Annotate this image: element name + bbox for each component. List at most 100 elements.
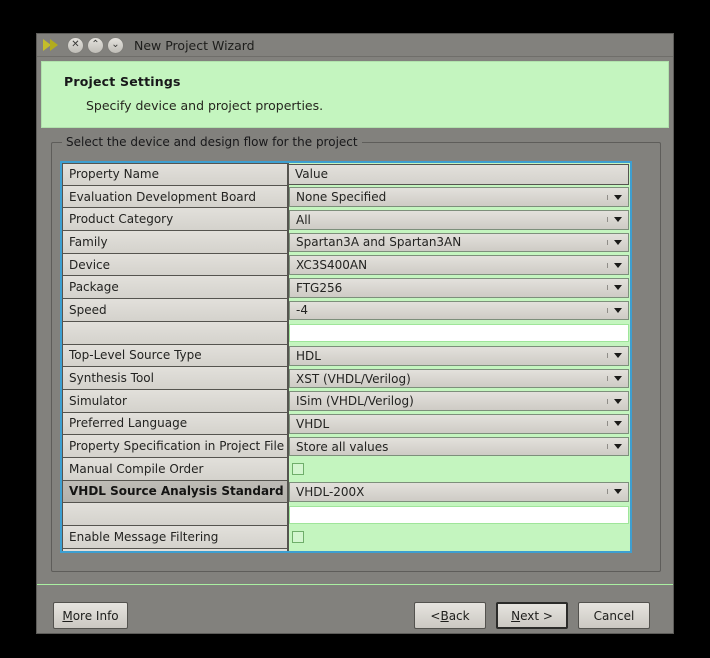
table-row[interactable] (62, 502, 630, 526)
table-row[interactable]: Package FTG256 (62, 275, 630, 300)
chevron-down-icon[interactable] (607, 376, 628, 382)
value-combobox[interactable]: None Specified (289, 187, 629, 207)
value-checkbox-cell[interactable] (289, 458, 629, 480)
table-row[interactable]: VHDL Source Analysis Standard VHDL-200X (62, 479, 630, 504)
maximize-icon[interactable]: ⌄ (107, 36, 124, 54)
property-value-cell[interactable] (289, 321, 630, 345)
table-row[interactable]: Simulator ISim (VHDL/Verilog) (62, 388, 630, 413)
property-value-cell[interactable]: Spartan3A and Spartan3AN (289, 231, 630, 254)
value-combobox[interactable]: ISim (VHDL/Verilog) (289, 391, 629, 412)
property-name-cell[interactable]: Speed (62, 298, 289, 322)
property-name-cell[interactable]: Evaluation Development Board (62, 184, 289, 209)
more-info-button[interactable]: More Info (53, 602, 128, 629)
table-row[interactable] (62, 547, 630, 551)
table-row[interactable]: Family Spartan3A and Spartan3AN (62, 230, 630, 254)
property-value-cell[interactable]: ISim (VHDL/Verilog) (289, 389, 630, 413)
value-combobox[interactable]: XC3S400AN (289, 255, 629, 275)
property-value-cell[interactable]: None Specified (289, 185, 630, 209)
table-row[interactable]: Property Name Value (62, 163, 630, 186)
table-row[interactable]: Device XC3S400AN (62, 252, 630, 277)
combobox-selected-value: VHDL-200X (296, 484, 365, 499)
chevron-down-icon[interactable] (607, 444, 628, 450)
table-row[interactable]: Enable Message Filtering (62, 525, 630, 549)
property-value-cell[interactable] (289, 548, 630, 551)
combobox-selected-value: ISim (VHDL/Verilog) (296, 394, 414, 409)
property-name-cell[interactable]: Preferred Language (62, 411, 289, 436)
chevron-down-icon[interactable] (607, 262, 628, 268)
property-name-cell[interactable]: Product Category (62, 207, 289, 232)
close-icon[interactable]: ✕ (67, 36, 84, 54)
next-button[interactable]: Next > (496, 602, 568, 629)
property-value-cell[interactable]: Store all values (289, 435, 630, 458)
back-mnemonic: B (440, 608, 449, 623)
value-combobox[interactable]: Store all values (289, 436, 629, 457)
combobox-selected-value: None Specified (296, 190, 387, 205)
property-name-cell[interactable]: VHDL Source Analysis Standard (62, 479, 289, 504)
property-name-cell[interactable]: Synthesis Tool (62, 366, 289, 390)
property-value-cell[interactable]: HDL (289, 344, 630, 368)
value-combobox[interactable]: VHDL (289, 414, 629, 434)
table-row[interactable]: Top-Level Source Type HDL (62, 343, 630, 368)
table-row[interactable]: Synthesis Tool XST (VHDL/Verilog) (62, 366, 630, 390)
chevron-down-icon[interactable] (607, 217, 628, 223)
value-text-input[interactable] (289, 505, 629, 524)
chevron-down-icon[interactable] (607, 353, 628, 359)
property-value-cell[interactable]: -4 (289, 299, 630, 322)
property-value-cell[interactable]: VHDL (289, 412, 630, 436)
property-name-cell[interactable]: Manual Compile Order (62, 456, 289, 481)
chevron-down-icon[interactable] (607, 398, 628, 404)
chevron-down-icon[interactable] (607, 285, 628, 291)
table-row[interactable]: Preferred Language VHDL (62, 411, 630, 436)
property-value-cell[interactable] (289, 503, 630, 526)
property-value-cell[interactable]: XST (VHDL/Verilog) (289, 367, 630, 390)
property-value-cell[interactable]: Value (289, 163, 630, 186)
back-button[interactable]: < Back (414, 602, 486, 629)
value-checkbox[interactable] (292, 463, 304, 476)
property-name-cell[interactable]: Device (62, 252, 289, 277)
property-value-cell[interactable] (289, 457, 630, 481)
property-name-cell[interactable]: Enable Message Filtering (62, 525, 289, 549)
table-row[interactable]: Evaluation Development Board None Specifi… (62, 184, 630, 209)
property-name-cell[interactable] (62, 502, 289, 526)
value-combobox[interactable]: All (289, 209, 629, 230)
property-value-cell[interactable]: VHDL-200X (289, 480, 630, 504)
property-name-cell[interactable]: Simulator (62, 388, 289, 413)
minimize-icon[interactable]: ⌃ (87, 36, 104, 54)
property-name-cell[interactable]: Top-Level Source Type (62, 343, 289, 368)
table-row[interactable]: Manual Compile Order (62, 456, 630, 481)
value-checkbox[interactable] (292, 531, 304, 544)
property-value-cell[interactable]: All (289, 208, 630, 232)
property-name-cell[interactable] (62, 547, 289, 551)
value-text-input[interactable] (289, 324, 629, 342)
table-row[interactable]: Product Category All (62, 207, 630, 232)
chevron-down-icon[interactable] (607, 239, 628, 245)
combobox-selected-value: HDL (296, 348, 321, 363)
value-checkbox-cell[interactable] (289, 527, 629, 548)
combobox-selected-value: FTG256 (296, 280, 343, 295)
combobox-selected-value: XC3S400AN (296, 258, 368, 273)
value-combobox[interactable]: Spartan3A and Spartan3AN (289, 232, 629, 253)
cancel-button[interactable]: Cancel (578, 602, 650, 629)
table-row[interactable]: Speed -4 (62, 298, 630, 322)
property-name-cell[interactable]: Property Specification in Project File (62, 434, 289, 458)
table-row[interactable]: Property Specification in Project File St… (62, 434, 630, 458)
project-settings-table[interactable]: Property Name Value Evaluation Development… (60, 161, 632, 553)
property-name-cell[interactable]: Package (62, 275, 289, 300)
property-name-cell[interactable]: Family (62, 230, 289, 254)
property-name-cell[interactable] (62, 320, 289, 345)
value-combobox[interactable]: HDL (289, 346, 629, 366)
chevron-down-icon[interactable] (607, 489, 628, 495)
value-combobox[interactable]: -4 (289, 300, 629, 321)
property-value-cell[interactable]: FTG256 (289, 276, 630, 300)
value-combobox[interactable]: VHDL-200X (289, 482, 629, 502)
chevron-down-icon[interactable] (607, 307, 628, 313)
value-combobox[interactable]: FTG256 (289, 277, 629, 298)
property-value-cell[interactable] (289, 526, 630, 549)
value-combobox[interactable]: XST (VHDL/Verilog) (289, 368, 629, 389)
table-row[interactable] (62, 320, 630, 345)
button-bar: More Info < Back Next > Cancel (37, 595, 673, 635)
chevron-down-icon[interactable] (607, 194, 628, 200)
property-name-cell[interactable]: Property Name (62, 163, 289, 186)
chevron-down-icon[interactable] (607, 421, 628, 427)
property-value-cell[interactable]: XC3S400AN (289, 253, 630, 277)
